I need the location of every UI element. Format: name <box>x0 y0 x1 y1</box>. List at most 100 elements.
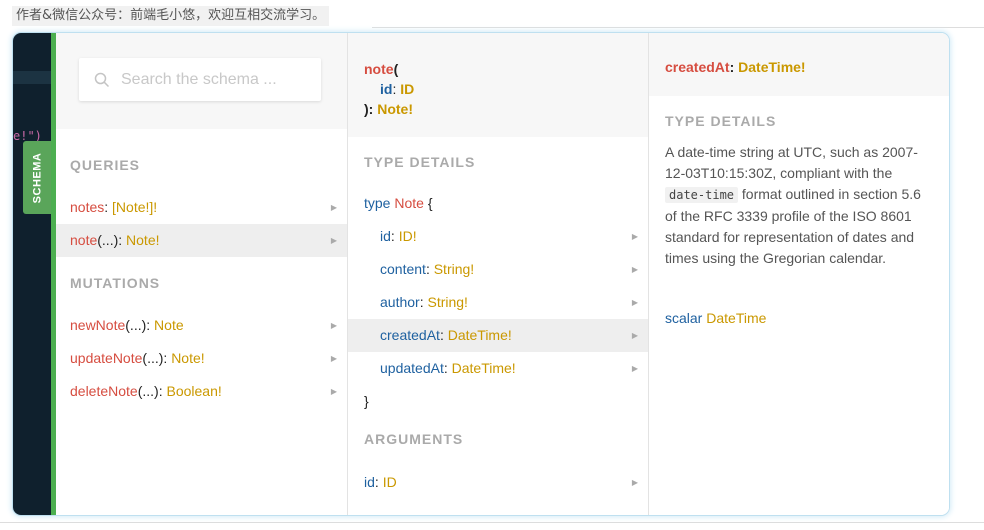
field-type: String! <box>433 261 475 277</box>
field-args: (...) <box>142 350 164 366</box>
field-name: updateNote <box>70 350 143 366</box>
chevron-right-icon: ▶ <box>631 265 638 274</box>
field-signature: note( id: ID ): Note! <box>348 33 648 137</box>
close-paren: ): <box>364 101 378 117</box>
field-args: (...) <box>97 232 119 248</box>
author-caption: 作者&微信公众号：前端毛小悠，欢迎互相交流学习。 <box>12 6 330 26</box>
field-type: DateTime! <box>451 360 516 376</box>
type-separator: : <box>439 327 448 343</box>
chevron-right-icon: ▶ <box>330 387 337 396</box>
arg-name: id <box>364 474 375 490</box>
field-name: note <box>70 232 98 248</box>
field-name: createdAt <box>665 59 730 75</box>
arg-type: ID <box>400 81 415 97</box>
type-detail-column: createdAt: DateTime! TYPE DETAILS A date… <box>649 33 949 515</box>
type-separator: : <box>374 474 383 490</box>
chevron-right-icon: ▶ <box>330 354 337 363</box>
open-brace: { <box>427 195 433 211</box>
field-name: createdAt <box>380 327 440 343</box>
graphql-playground-window: e!") SCHEMA QUERIES notes: [Note!]! ▶ no… <box>13 33 949 515</box>
type-separator: : <box>146 317 155 333</box>
chevron-right-icon: ▶ <box>330 236 337 245</box>
type-field-updatedAt[interactable]: updatedAt: DateTime! ▶ <box>348 352 648 385</box>
chevron-right-icon: ▶ <box>631 232 638 241</box>
field-type: Note <box>154 317 184 333</box>
chevron-right-icon: ▶ <box>631 298 638 307</box>
type-field-createdAt[interactable]: createdAt: DateTime! ▶ <box>348 319 648 352</box>
chevron-right-icon: ▶ <box>631 478 638 487</box>
divider <box>372 27 984 28</box>
chevron-right-icon: ▶ <box>631 364 638 373</box>
type-separator: : <box>158 383 167 399</box>
field-type[interactable]: DateTime! <box>738 59 805 75</box>
query-notes[interactable]: notes: [Note!]! ▶ <box>56 191 347 224</box>
schema-root-column: QUERIES notes: [Note!]! ▶ note(...): Not… <box>56 33 348 515</box>
field-type: Boolean! <box>166 383 222 399</box>
arg-name: id <box>380 81 393 97</box>
chevron-right-icon: ▶ <box>631 331 638 340</box>
search-icon <box>94 72 110 88</box>
type-separator: : <box>104 199 113 215</box>
type-separator: : <box>425 261 434 277</box>
field-name: notes <box>70 199 105 215</box>
scalar-declaration: scalar DateTime <box>649 310 949 326</box>
mutations-title: MUTATIONS <box>70 275 161 291</box>
field-name: note <box>364 61 394 77</box>
field-type: Note! <box>126 232 160 248</box>
field-signature: createdAt: DateTime! <box>649 33 949 96</box>
field-type: ID! <box>398 228 417 244</box>
query-note[interactable]: note(...): Note! ▶ <box>56 224 347 257</box>
divider <box>0 522 984 523</box>
type-separator: : <box>443 360 452 376</box>
type-separator: : <box>390 228 399 244</box>
editor-highlighted-line <box>13 71 51 84</box>
open-paren: ( <box>393 61 399 77</box>
field-type: DateTime! <box>447 327 512 343</box>
type-field-id[interactable]: id: ID! ▶ <box>348 220 648 253</box>
scalar-type: DateTime <box>706 310 767 326</box>
field-name: content <box>380 261 426 277</box>
type-declaration: type Note { <box>348 187 648 220</box>
field-args: (...) <box>125 317 147 333</box>
type-field-author[interactable]: author: String! ▶ <box>348 286 648 319</box>
type-separator: : <box>118 232 127 248</box>
search-input[interactable] <box>119 68 318 92</box>
type-keyword: type <box>364 195 391 211</box>
field-name: id <box>380 228 391 244</box>
schema-tab[interactable]: SCHEMA <box>23 141 51 214</box>
search-area <box>56 33 347 129</box>
field-name: newNote <box>70 317 126 333</box>
field-name: author <box>380 294 420 310</box>
scalar-keyword: scalar <box>665 310 703 326</box>
field-name: updatedAt <box>380 360 444 376</box>
mutation-deleteNote[interactable]: deleteNote(...): Boolean! ▶ <box>56 375 347 408</box>
arguments-title: ARGUMENTS <box>364 431 464 447</box>
type-name[interactable]: Note <box>394 195 424 211</box>
chevron-right-icon: ▶ <box>330 321 337 330</box>
description-text: A date-time string at UTC, such as 2007-… <box>665 144 918 181</box>
field-args: (...) <box>137 383 159 399</box>
field-name: deleteNote <box>70 383 138 399</box>
query-editor-pane[interactable]: e!") <box>13 33 51 515</box>
field-type: [Note!]! <box>112 199 158 215</box>
type-description: A date-time string at UTC, such as 2007-… <box>649 142 949 269</box>
type-details-title: TYPE DETAILS <box>665 113 777 129</box>
type-separator: : <box>729 59 739 75</box>
field-type: Note! <box>171 350 205 366</box>
search-box[interactable] <box>79 58 321 101</box>
argument-id[interactable]: id: ID ▶ <box>348 466 648 499</box>
description-code: date-time <box>665 187 739 203</box>
mutation-updateNote[interactable]: updateNote(...): Note! ▶ <box>56 342 347 375</box>
field-type: String! <box>427 294 468 310</box>
queries-title: QUERIES <box>70 157 141 173</box>
return-type: Note! <box>377 101 413 117</box>
close-brace: } <box>364 393 369 409</box>
arg-type: ID <box>382 474 397 490</box>
type-details-title: TYPE DETAILS <box>364 154 476 170</box>
mutation-newNote[interactable]: newNote(...): Note ▶ <box>56 309 347 342</box>
schema-tab-label: SCHEMA <box>31 152 44 203</box>
chevron-right-icon: ▶ <box>330 203 337 212</box>
type-field-content[interactable]: content: String! ▶ <box>348 253 648 286</box>
field-detail-column: note( id: ID ): Note! TYPE DETAILS type … <box>348 33 649 515</box>
type-close: } <box>348 385 648 418</box>
